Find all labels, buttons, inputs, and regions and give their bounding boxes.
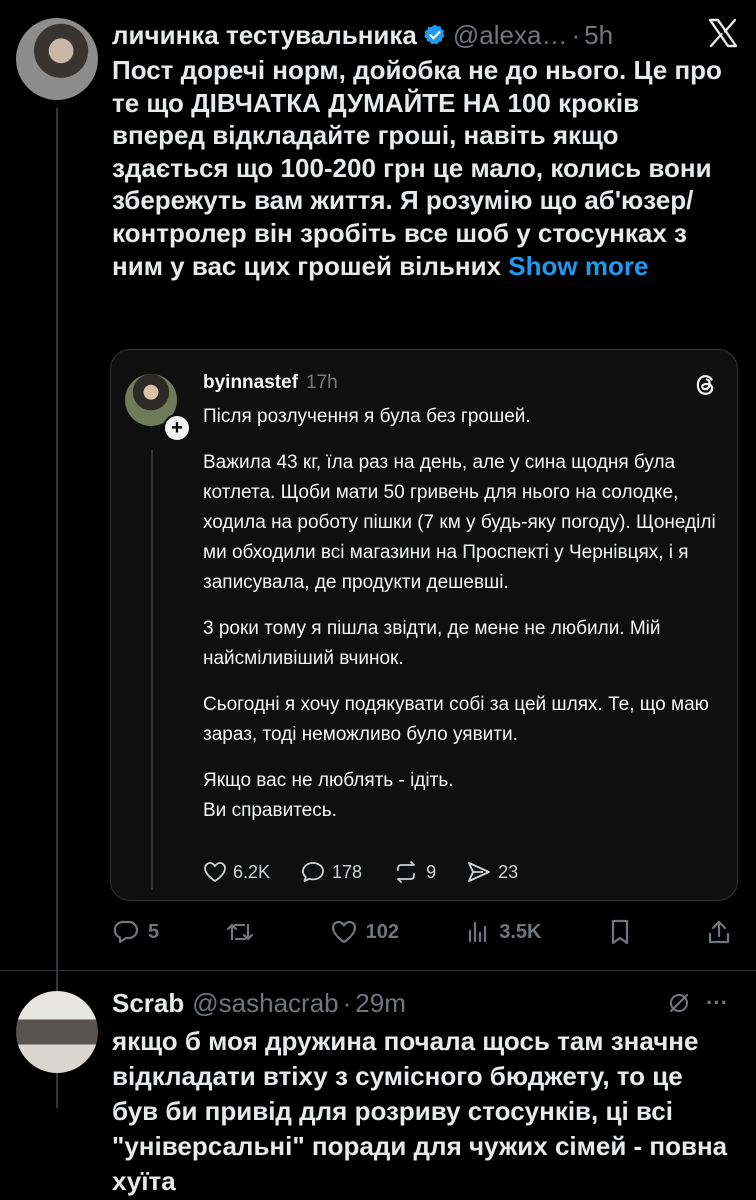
quote-actions: 6.2K 178 9 23 [203,860,548,884]
quote-paragraph: Важила 43 кг, їла раз на день, але у син… [203,452,716,593]
quote-repost-button[interactable]: 9 [392,860,436,884]
send-icon [468,862,490,882]
threads-logo-icon [696,375,714,395]
reply-timestamp[interactable]: 29m [355,988,406,1019]
quoted-post-card[interactable]: + byinnastef 17h Після розлучення я була… [110,349,738,901]
show-more-link[interactable]: Show more [508,251,648,281]
reply-header: Scrab @sashacrab · 29m [112,988,406,1018]
post-text: Пост доречі норм, дойобка не до нього. Ц… [112,54,732,282]
thread-line [56,108,58,1108]
quote-paragraph: Після розлучення я була без грошей. [203,406,531,427]
post-header: личинка тестувальника @alexa… · 5h [112,20,613,50]
quote-like-button[interactable]: 6.2K [203,861,270,883]
share-button[interactable] [706,918,740,946]
analytics-icon [469,921,487,943]
handle[interactable]: @alexa… [453,20,568,51]
view-count: 3.5K [499,920,542,943]
separator-dot: · [571,19,581,50]
repost-icon [397,861,415,883]
retweet-icon [227,923,254,941]
quote-repost-count: 9 [426,861,437,882]
x-close-icon[interactable] [706,16,740,50]
like-button[interactable]: 102 [330,919,399,945]
divider [0,970,756,971]
reply-header-icons: ··· [666,990,728,1016]
reply-text: якщо б моя дружина почала щось там значн… [112,1026,728,1196]
quote-share-button[interactable]: 23 [466,860,518,884]
reply-handle[interactable]: @sashacrab [192,988,338,1019]
share-icon [708,920,730,944]
reply-display-name[interactable]: Scrab [112,988,184,1019]
timestamp[interactable]: 5h [584,20,613,51]
post-actions: 5 102 3.5K [112,912,740,952]
separator-dot: · [342,987,352,1018]
views-button[interactable]: 3.5K [465,919,542,945]
quote-header: byinnastef 17h [203,372,338,394]
quote-body: Після розлучення я була без грошей. Важи… [203,402,723,842]
repost-button[interactable] [225,919,263,945]
quote-username[interactable]: byinnastef [203,372,298,394]
reply-count: 5 [148,920,160,943]
reply-avatar[interactable] [16,991,98,1073]
display-name[interactable]: личинка тестувальника [112,20,417,51]
quote-timestamp: 17h [306,372,338,393]
quote-paragraph: 3 роки тому я пішла звідти, де мене не л… [203,618,661,669]
quote-paragraph: Якщо вас не люблять - ідіть. Ви справите… [203,770,454,821]
reply-button[interactable]: 5 [112,919,159,945]
bookmark-button[interactable] [608,918,640,946]
more-options-icon[interactable]: ··· [706,990,728,1016]
grok-icon[interactable] [666,990,692,1016]
quote-comment-count: 178 [332,861,363,882]
bookmark-icon [611,919,628,945]
comment-bubble-icon [302,862,324,882]
reply-bubble-icon [113,920,139,944]
verified-badge-icon [424,24,445,45]
quote-comment-button[interactable]: 178 [300,860,362,884]
quote-thread-line [151,450,153,890]
heart-icon [204,862,226,883]
quote-like-count: 6.2K [233,861,271,882]
heart-icon [331,920,356,944]
post-body: Пост доречі норм, дойобка не до нього. Ц… [112,55,722,281]
like-count: 102 [365,920,399,943]
quote-paragraph: Сьогодні я хочу подякувати собі за цей ш… [203,694,709,745]
avatar[interactable] [16,18,98,100]
follow-plus-icon[interactable]: + [163,414,191,442]
quote-share-count: 23 [498,861,519,882]
